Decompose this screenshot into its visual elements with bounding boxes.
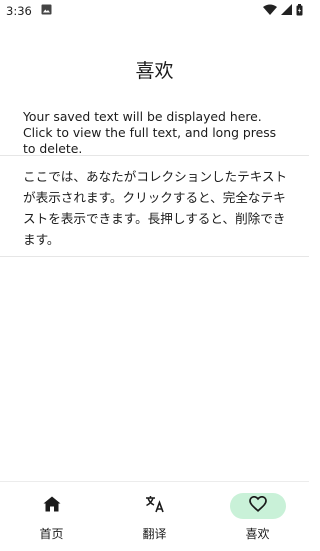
- translate-icon: [145, 495, 165, 517]
- nav-item-home[interactable]: 首页: [0, 482, 103, 551]
- nav-item-favorites[interactable]: 喜欢: [206, 482, 309, 551]
- cellular-signal-icon: [281, 4, 292, 18]
- nav-label-home: 首页: [39, 527, 64, 541]
- divider: [0, 256, 309, 257]
- status-time: 3:36: [6, 4, 32, 18]
- saved-text-hint: Your saved text will be displayed here. …: [23, 109, 277, 156]
- nav-item-translate[interactable]: 翻译: [103, 482, 206, 551]
- status-bar: 3:36: [0, 0, 309, 22]
- page-title: 喜欢: [135, 60, 174, 82]
- active-indicator: [229, 493, 286, 519]
- heart-outline-icon: [248, 495, 267, 516]
- divider: [0, 155, 309, 156]
- image-notification-icon: [41, 4, 52, 18]
- home-icon: [43, 496, 61, 516]
- saved-text-item[interactable]: ここでは、あなたがコレクションしたテキストが表示されます。クリックすると、完全な…: [23, 166, 291, 250]
- nav-label-favorites: 喜欢: [245, 527, 270, 541]
- battery-icon: [296, 3, 303, 19]
- bottom-navigation-bar: 首页 翻译 喜欢: [0, 481, 309, 551]
- nav-label-translate: 翻译: [142, 527, 167, 541]
- wifi-icon: [263, 4, 277, 18]
